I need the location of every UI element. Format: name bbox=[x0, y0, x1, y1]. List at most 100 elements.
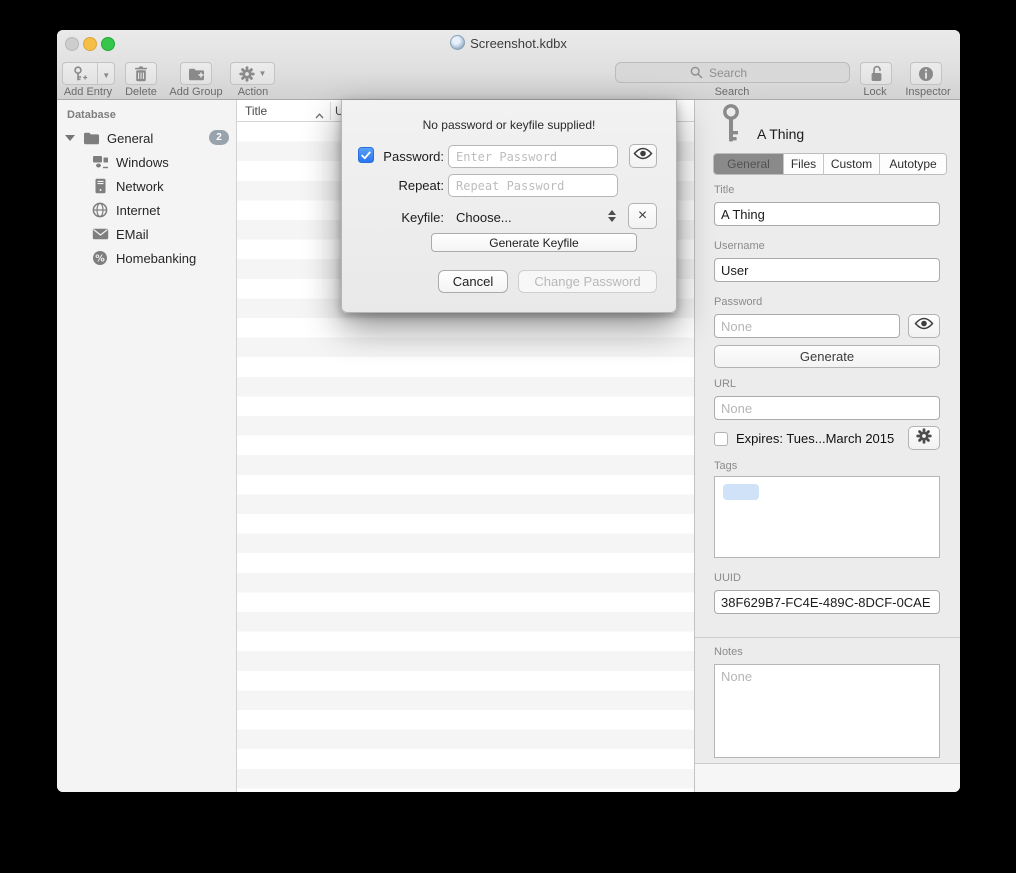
envelope-icon bbox=[91, 225, 109, 243]
window-title: Screenshot.kdbx bbox=[470, 36, 567, 51]
search-icon bbox=[690, 66, 703, 79]
sidebar-item-label: EMail bbox=[116, 227, 149, 242]
add-group-label: Add Group bbox=[169, 86, 222, 98]
chevron-down-icon: ▼ bbox=[102, 71, 110, 80]
eye-icon bbox=[914, 317, 934, 335]
trash-icon bbox=[134, 66, 148, 82]
repeat-password-input[interactable] bbox=[448, 174, 618, 197]
delete-button[interactable] bbox=[125, 62, 157, 85]
expires-label[interactable]: Expires: Tues...March 2015 bbox=[736, 431, 894, 446]
add-entry-button[interactable]: ▼ bbox=[62, 62, 115, 85]
password-field-label: Password bbox=[714, 296, 762, 308]
tab-files[interactable]: Files bbox=[784, 154, 824, 174]
lock-button[interactable] bbox=[860, 62, 892, 85]
username-field[interactable] bbox=[714, 258, 940, 282]
sidebar-header: Database bbox=[67, 109, 116, 121]
action-button[interactable]: ▼ bbox=[230, 62, 275, 85]
password-field[interactable] bbox=[714, 314, 900, 338]
entry-title: A Thing bbox=[757, 126, 804, 142]
sidebar-item-network[interactable]: Network bbox=[57, 174, 237, 198]
percent-icon: % bbox=[91, 249, 109, 267]
globe-icon bbox=[91, 201, 109, 219]
document-proxy-icon bbox=[450, 35, 465, 50]
clear-keyfile-button[interactable]: × bbox=[628, 203, 657, 229]
key-plus-icon bbox=[63, 66, 97, 82]
tab-general[interactable]: General bbox=[714, 154, 784, 174]
tab-custom[interactable]: Custom bbox=[824, 154, 880, 174]
inspector-panel: A Thing General Files Custom Autotype Ti… bbox=[695, 100, 960, 792]
tags-label: Tags bbox=[714, 460, 737, 472]
chevron-down-icon: ▼ bbox=[259, 70, 267, 78]
enter-password-input[interactable] bbox=[448, 145, 618, 168]
notes-label: Notes bbox=[714, 646, 743, 658]
key-icon bbox=[718, 104, 744, 149]
lock-label: Lock bbox=[863, 86, 886, 98]
sheet-message: No password or keyfile supplied! bbox=[342, 118, 676, 132]
entry-count-badge: 2 bbox=[209, 130, 229, 145]
server-icon bbox=[91, 177, 109, 195]
sidebar-item-internet[interactable]: Internet bbox=[57, 198, 237, 222]
uuid-label: UUID bbox=[714, 572, 741, 584]
info-icon bbox=[918, 66, 934, 82]
inspector-button[interactable] bbox=[910, 62, 942, 85]
show-password-button[interactable] bbox=[908, 314, 940, 338]
tab-autotype[interactable]: Autotype bbox=[880, 154, 946, 174]
add-entry-dropdown[interactable]: ▼ bbox=[98, 65, 114, 83]
column-divider[interactable] bbox=[330, 102, 331, 120]
svg-text:%: % bbox=[95, 253, 105, 264]
change-password-button[interactable]: Change Password bbox=[518, 270, 657, 293]
sidebar-item-label: Homebanking bbox=[116, 251, 196, 266]
title-field-label: Title bbox=[714, 184, 734, 196]
sidebar-item-email[interactable]: EMail bbox=[57, 222, 237, 246]
open-padlock-icon bbox=[869, 65, 884, 82]
action-label: Action bbox=[238, 86, 269, 98]
delete-label: Delete bbox=[125, 86, 157, 98]
gear-icon bbox=[916, 428, 932, 449]
inspector-label: Inspector bbox=[905, 86, 950, 98]
folder-icon bbox=[82, 129, 100, 147]
window-chrome[interactable]: Screenshot.kdbx ▼ Add Entry bbox=[57, 30, 960, 100]
app-window: Screenshot.kdbx ▼ Add Entry bbox=[57, 30, 960, 792]
folder-plus-icon bbox=[188, 67, 205, 81]
x-close-icon: × bbox=[638, 208, 647, 224]
popup-stepper-icon[interactable] bbox=[608, 210, 616, 222]
cancel-button[interactable]: Cancel bbox=[438, 270, 508, 293]
inspector-tabs: General Files Custom Autotype bbox=[713, 153, 947, 175]
sidebar-item-windows[interactable]: Windows bbox=[57, 150, 237, 174]
password-checkbox[interactable] bbox=[358, 147, 374, 163]
generate-keyfile-button[interactable]: Generate Keyfile bbox=[431, 233, 637, 252]
add-group-button[interactable] bbox=[180, 62, 212, 85]
search-field[interactable] bbox=[615, 62, 850, 83]
eye-icon bbox=[633, 147, 653, 165]
tag-token[interactable] bbox=[723, 484, 759, 500]
gear-icon bbox=[239, 66, 255, 82]
change-password-sheet: No password or keyfile supplied! Passwor… bbox=[341, 100, 677, 313]
divider bbox=[695, 637, 960, 638]
tags-field[interactable] bbox=[714, 476, 940, 558]
sidebar-item-homebanking[interactable]: % Homebanking bbox=[57, 246, 237, 270]
disclosure-triangle-icon[interactable] bbox=[65, 135, 75, 141]
windows-network-icon bbox=[91, 153, 109, 171]
sidebar-item-label: Windows bbox=[116, 155, 169, 170]
show-password-button[interactable] bbox=[629, 144, 657, 168]
search-label: Search bbox=[715, 86, 750, 98]
password-checkbox-label[interactable]: Password: bbox=[374, 149, 444, 164]
url-field[interactable] bbox=[714, 396, 940, 420]
repeat-field-label: Repeat: bbox=[374, 178, 444, 193]
generate-password-button[interactable]: Generate bbox=[714, 345, 940, 368]
sidebar: Database General 2 Windows bbox=[57, 100, 237, 792]
keyfile-popup[interactable]: Choose... bbox=[456, 210, 512, 225]
search-input[interactable] bbox=[707, 65, 831, 81]
keyfile-field-label: Keyfile: bbox=[374, 210, 444, 225]
notes-field[interactable] bbox=[714, 664, 940, 758]
column-header-title[interactable]: Title bbox=[245, 104, 267, 118]
expires-checkbox[interactable] bbox=[714, 432, 728, 446]
expires-settings-button[interactable] bbox=[908, 426, 940, 450]
sidebar-item-label: Network bbox=[116, 179, 164, 194]
sidebar-item-label: General bbox=[107, 131, 153, 146]
checkmark-icon bbox=[361, 151, 371, 160]
sidebar-item-general[interactable]: General 2 bbox=[57, 126, 237, 150]
title-field[interactable] bbox=[714, 202, 940, 226]
add-entry-label: Add Entry bbox=[64, 86, 112, 98]
uuid-field[interactable] bbox=[714, 590, 940, 614]
